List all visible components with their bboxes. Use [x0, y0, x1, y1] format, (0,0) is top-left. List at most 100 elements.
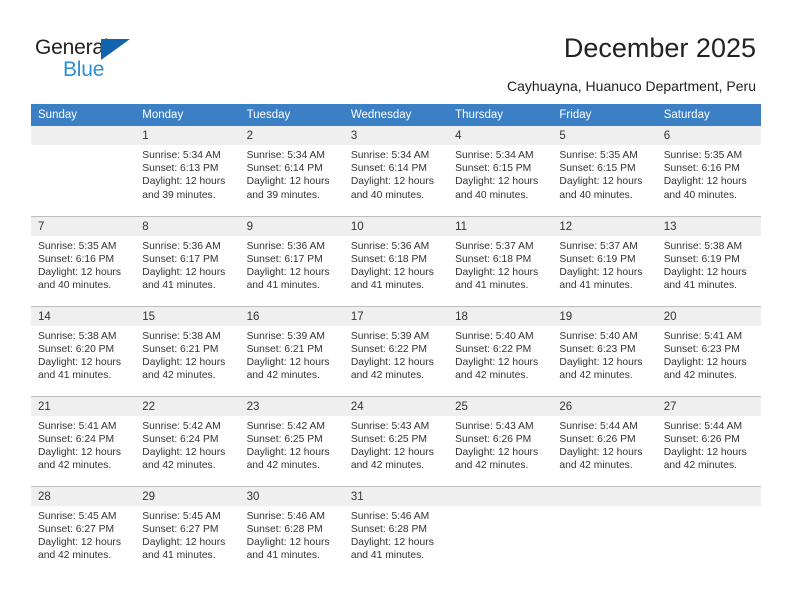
sunset-text: Sunset: 6:24 PM [38, 433, 115, 445]
sunrise-text: Sunrise: 5:44 AM [663, 420, 743, 432]
sunrise-text: Sunrise: 5:37 AM [455, 240, 534, 252]
day-number: 13 [656, 216, 761, 236]
calendar-day-cell[interactable]: 20 Sunrise: 5:41 AM Sunset: 6:23 PM Dayligh… [656, 305, 761, 396]
calendar-day-cell[interactable]: 22 Sunrise: 5:42 AM Sunset: 6:24 PM Dayligh… [135, 395, 240, 486]
calendar-day-cell[interactable]: 14 Sunrise: 5:38 AM Sunset: 6:20 PM Dayligh… [31, 305, 136, 396]
sunset-text: Sunset: 6:28 PM [350, 523, 427, 535]
daylight-text-line2: and 40 minutes. [350, 189, 425, 201]
daylight-text-line1: Daylight: 12 hours [142, 356, 226, 368]
day-number: 10 [343, 216, 449, 236]
day-number: 9 [239, 216, 344, 236]
sunset-text: Sunset: 6:26 PM [559, 433, 636, 445]
calendar-day-cell[interactable]: 31 Sunrise: 5:46 AM Sunset: 6:28 PM Dayligh… [343, 485, 449, 576]
day-number: 18 [448, 306, 553, 326]
daylight-text-line2: and 41 minutes. [142, 280, 216, 292]
daylight-text-line1: Daylight: 12 hours [350, 536, 434, 548]
calendar-day-cell[interactable]: 8 Sunrise: 5:36 AM Sunset: 6:17 PM Daylight… [135, 215, 240, 306]
calendar-day-cell[interactable]: 27 Sunrise: 5:44 AM Sunset: 6:26 PM Dayligh… [656, 395, 761, 486]
daylight-text-line1: Daylight: 12 hours [559, 356, 643, 368]
calendar-week-row: 14 Sunrise: 5:38 AM Sunset: 6:20 PM Dayligh… [31, 305, 761, 396]
calendar-day-cell[interactable]: 26 Sunrise: 5:44 AM Sunset: 6:26 PM Dayligh… [552, 395, 657, 486]
sunset-text: Sunset: 6:17 PM [142, 253, 219, 265]
sunset-text: Sunset: 6:23 PM [559, 343, 636, 355]
day-details: Sunrise: 5:35 AM Sunset: 6:15 PM Daylight:… [552, 145, 656, 202]
sunrise-text: Sunrise: 5:43 AM [455, 420, 534, 432]
weekday-header-wednesday: Wednesday [343, 104, 449, 126]
calendar-day-cell[interactable]: 17 Sunrise: 5:39 AM Sunset: 6:22 PM Dayligh… [343, 305, 449, 396]
day-details: Sunrise: 5:41 AM Sunset: 6:24 PM Daylight:… [31, 416, 135, 473]
calendar-day-cell[interactable]: 25 Sunrise: 5:43 AM Sunset: 6:26 PM Dayligh… [448, 395, 553, 486]
sunset-text: Sunset: 6:15 PM [559, 163, 636, 175]
calendar-day-cell[interactable]: 21 Sunrise: 5:41 AM Sunset: 6:24 PM Dayligh… [31, 395, 136, 486]
calendar-day-cell[interactable]: 6 Sunrise: 5:35 AM Sunset: 6:16 PM Daylight… [656, 126, 761, 216]
day-details: Sunrise: 5:36 AM Sunset: 6:17 PM Daylight:… [135, 236, 239, 293]
weekday-header-tuesday: Tuesday [239, 104, 344, 126]
sunset-text: Sunset: 6:25 PM [246, 433, 323, 445]
calendar-week-row: 28 Sunrise: 5:45 AM Sunset: 6:27 PM Dayligh… [31, 485, 761, 576]
calendar-empty-cell [552, 485, 657, 576]
calendar-day-cell[interactable]: 10 Sunrise: 5:36 AM Sunset: 6:18 PM Dayligh… [343, 215, 449, 306]
day-number [656, 486, 761, 506]
daylight-text-line2: and 40 minutes. [38, 280, 112, 292]
daylight-text-line2: and 42 minutes. [142, 460, 216, 472]
calendar-day-cell[interactable]: 18 Sunrise: 5:40 AM Sunset: 6:22 PM Dayligh… [448, 305, 553, 396]
calendar-day-cell[interactable]: 12 Sunrise: 5:37 AM Sunset: 6:19 PM Dayligh… [552, 215, 657, 306]
general-blue-logo[interactable]: General Blue [35, 36, 155, 82]
calendar-day-cell[interactable]: 19 Sunrise: 5:40 AM Sunset: 6:23 PM Dayligh… [552, 305, 657, 396]
daylight-text-line1: Daylight: 12 hours [142, 536, 226, 548]
calendar-day-cell[interactable]: 9 Sunrise: 5:36 AM Sunset: 6:17 PM Daylight… [239, 215, 344, 306]
calendar-day-cell[interactable]: 5 Sunrise: 5:35 AM Sunset: 6:15 PM Daylight… [552, 126, 657, 216]
weekday-header-saturday: Saturday [656, 104, 761, 126]
daylight-text-line1: Daylight: 12 hours [455, 356, 539, 368]
sunset-text: Sunset: 6:22 PM [455, 343, 532, 355]
calendar-day-cell[interactable]: 15 Sunrise: 5:38 AM Sunset: 6:21 PM Dayligh… [135, 305, 240, 396]
sunrise-text: Sunrise: 5:36 AM [246, 240, 325, 252]
calendar-empty-cell [31, 126, 136, 216]
day-details: Sunrise: 5:35 AM Sunset: 6:16 PM Daylight:… [657, 145, 761, 202]
calendar-day-cell[interactable]: 1 Sunrise: 5:34 AM Sunset: 6:13 PM Daylight… [135, 126, 240, 216]
daylight-text-line1: Daylight: 12 hours [38, 446, 121, 458]
sunrise-text: Sunrise: 5:39 AM [246, 330, 325, 342]
sunrise-text: Sunrise: 5:34 AM [246, 150, 325, 161]
day-number: 12 [552, 216, 657, 236]
calendar-day-cell[interactable]: 4 Sunrise: 5:34 AM Sunset: 6:15 PM Daylight… [448, 126, 553, 216]
calendar-week-row: 1 Sunrise: 5:34 AM Sunset: 6:13 PM Daylight… [31, 126, 761, 216]
calendar-day-cell[interactable]: 29 Sunrise: 5:45 AM Sunset: 6:27 PM Dayligh… [135, 485, 240, 576]
calendar-day-cell[interactable]: 13 Sunrise: 5:38 AM Sunset: 6:19 PM Dayligh… [656, 215, 761, 306]
calendar-day-cell[interactable]: 3 Sunrise: 5:34 AM Sunset: 6:14 PM Daylight… [343, 126, 449, 216]
daylight-text-line1: Daylight: 12 hours [38, 356, 121, 368]
sunset-text: Sunset: 6:17 PM [246, 253, 323, 265]
daylight-text-line2: and 41 minutes. [455, 280, 529, 292]
daylight-text-line2: and 42 minutes. [246, 370, 320, 382]
day-number [448, 486, 553, 506]
day-details: Sunrise: 5:37 AM Sunset: 6:19 PM Daylight:… [552, 236, 656, 293]
sunset-text: Sunset: 6:18 PM [350, 253, 427, 265]
day-details: Sunrise: 5:34 AM Sunset: 6:14 PM Daylight:… [344, 145, 448, 202]
sunset-text: Sunset: 6:23 PM [663, 343, 740, 355]
daylight-text-line2: and 41 minutes. [246, 550, 320, 562]
daylight-text-line1: Daylight: 12 hours [350, 446, 434, 458]
weekday-header-monday: Monday [135, 104, 240, 126]
day-number: 19 [552, 306, 657, 326]
calendar-day-cell[interactable]: 23 Sunrise: 5:42 AM Sunset: 6:25 PM Dayligh… [239, 395, 344, 486]
daylight-text-line1: Daylight: 12 hours [246, 176, 330, 188]
daylight-text-line2: and 42 minutes. [455, 460, 529, 472]
calendar-day-cell[interactable]: 24 Sunrise: 5:43 AM Sunset: 6:25 PM Dayligh… [343, 395, 449, 486]
calendar-day-cell[interactable]: 2 Sunrise: 5:34 AM Sunset: 6:14 PM Daylight… [239, 126, 344, 216]
day-number: 29 [135, 486, 240, 506]
sunrise-text: Sunrise: 5:34 AM [142, 150, 221, 161]
calendar-day-cell[interactable]: 7 Sunrise: 5:35 AM Sunset: 6:16 PM Daylight… [31, 215, 136, 306]
calendar-day-cell[interactable]: 28 Sunrise: 5:45 AM Sunset: 6:27 PM Dayligh… [31, 485, 136, 576]
daylight-text-line1: Daylight: 12 hours [663, 176, 747, 188]
day-number: 16 [239, 306, 344, 326]
day-number: 22 [135, 396, 240, 416]
sunrise-text: Sunrise: 5:45 AM [142, 510, 221, 522]
calendar-day-cell[interactable]: 30 Sunrise: 5:46 AM Sunset: 6:28 PM Dayligh… [239, 485, 344, 576]
calendar-day-cell[interactable]: 11 Sunrise: 5:37 AM Sunset: 6:18 PM Dayligh… [448, 215, 553, 306]
daylight-text-line1: Daylight: 12 hours [350, 176, 434, 188]
sunset-text: Sunset: 6:28 PM [246, 523, 323, 535]
calendar-day-cell[interactable]: 16 Sunrise: 5:39 AM Sunset: 6:21 PM Dayligh… [239, 305, 344, 396]
sunrise-text: Sunrise: 5:41 AM [38, 420, 117, 432]
day-number: 15 [135, 306, 240, 326]
daylight-text-line2: and 40 minutes. [455, 189, 529, 201]
